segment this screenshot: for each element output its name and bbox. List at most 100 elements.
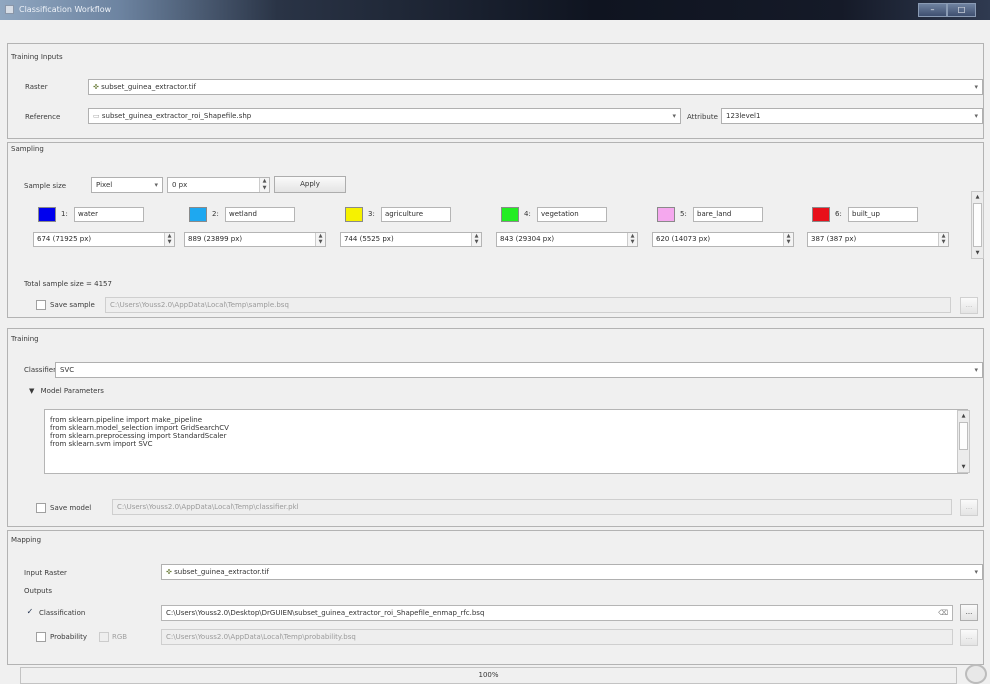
scroll-down-icon[interactable]: ▼	[958, 462, 969, 472]
sample-unit-value: Pixel	[96, 181, 113, 189]
spin-arrows-icon[interactable]: ▲ ▼	[783, 233, 793, 246]
class-color-swatch[interactable]	[345, 207, 363, 222]
class-sample-count-spinbox[interactable]: 387 (387 px) ▲ ▼	[807, 232, 949, 247]
class-name-field[interactable]: bare_land	[693, 207, 763, 222]
sampling-section: Sampling Sample size Pixel ▾ 0 px ▲ ▼ App…	[7, 142, 984, 318]
class-name-field[interactable]: agriculture	[381, 207, 451, 222]
minimize-button[interactable]: –	[918, 3, 947, 17]
class-color-swatch[interactable]	[657, 207, 675, 222]
model-parameters-toggle[interactable]: ▼ Model Parameters	[29, 387, 104, 395]
probability-label: Probability	[50, 633, 88, 641]
save-sample-path: C:\Users\Youss2.0\AppData\Local\Temp\sam…	[105, 297, 951, 313]
chevron-down-icon: ▾	[974, 83, 978, 91]
save-model-checkbox[interactable]	[36, 503, 46, 513]
classification-label: Classification	[39, 609, 86, 617]
sample-unit-combo[interactable]: Pixel ▾	[91, 177, 163, 193]
section-title: Training Inputs	[11, 53, 63, 61]
attribute-label: Attribute	[687, 113, 718, 121]
save-sample-label: Save sample	[50, 301, 95, 309]
class-sample-count-spinbox[interactable]: 843 (29304 px) ▲ ▼	[496, 232, 638, 247]
class-sample-count-spinbox[interactable]: 889 (23899 px) ▲ ▼	[184, 232, 326, 247]
attribute-combo[interactable]: 123level1 ▾	[721, 108, 983, 124]
input-raster-combo[interactable]: ✜ subset_guinea_extractor.tif ▾	[161, 564, 983, 580]
spin-arrows-icon[interactable]: ▲ ▼	[259, 178, 269, 192]
class-sample-count-spinbox[interactable]: 674 (71925 px) ▲ ▼	[33, 232, 175, 247]
raster-combo[interactable]: ✜ subset_guinea_extractor.tif ▾	[88, 79, 983, 95]
rgb-checkbox[interactable]	[99, 632, 109, 642]
spin-arrows-icon[interactable]: ▲ ▼	[627, 233, 637, 246]
reference-combo[interactable]: ▭ subset_guinea_extractor_roi_Shapefile.…	[88, 108, 681, 124]
browse-probability-button[interactable]: ...	[960, 629, 978, 646]
class-color-swatch[interactable]	[189, 207, 207, 222]
chevron-down-icon: ▾	[672, 112, 676, 120]
spin-arrows-icon[interactable]: ▲ ▼	[164, 233, 174, 246]
save-model-path: C:\Users\Youss2.0\AppData\Local\Temp\cla…	[112, 499, 952, 515]
chevron-down-icon: ▾	[154, 181, 158, 189]
input-raster-value: subset_guinea_extractor.tif	[174, 568, 269, 576]
class-sample-count: 889 (23899 px)	[188, 235, 243, 243]
vector-layer-icon: ▭	[93, 112, 100, 120]
scroll-down-icon[interactable]: ▼	[972, 248, 983, 258]
chevron-down-icon: ▾	[974, 112, 978, 120]
save-model-label: Save model	[50, 504, 92, 512]
section-title: Sampling	[11, 145, 44, 153]
classifier-value: SVC	[60, 366, 75, 374]
caret-down-icon: ▼	[29, 387, 35, 395]
window-title: Classification Workflow	[19, 5, 112, 14]
class-name-field[interactable]: vegetation	[537, 207, 607, 222]
progress-text: 100%	[478, 671, 499, 679]
class-color-swatch[interactable]	[501, 207, 519, 222]
busy-spinner-icon	[965, 664, 987, 684]
class-index: 2:	[212, 210, 219, 218]
class-sample-count-spinbox[interactable]: 744 (5525 px) ▲ ▼	[340, 232, 482, 247]
class-index: 5:	[680, 210, 687, 218]
clear-icon[interactable]: ⌫	[938, 606, 948, 620]
scroll-thumb[interactable]	[973, 203, 982, 247]
probability-path: C:\Users\Youss2.0\AppData\Local\Temp\pro…	[161, 629, 953, 645]
scroll-thumb[interactable]	[959, 422, 968, 450]
probability-checkbox[interactable]	[36, 632, 46, 642]
code-editor-scrollbar[interactable]: ▲ ▼	[957, 410, 970, 473]
section-title: Mapping	[11, 536, 42, 544]
classification-path[interactable]: C:\Users\Youss2.0\Desktop\DrGUIEN\subset…	[161, 605, 953, 621]
class-color-swatch[interactable]	[812, 207, 830, 222]
sample-size-label: Sample size	[24, 182, 67, 190]
reference-value: subset_guinea_extractor_roi_Shapefile.sh…	[101, 112, 252, 120]
model-parameters-label: Model Parameters	[40, 387, 104, 395]
code-line: from sklearn.pipeline import make_pipeli…	[50, 416, 202, 424]
browse-sample-button[interactable]: ...	[960, 297, 978, 314]
chevron-down-icon: ▾	[974, 568, 978, 576]
save-sample-checkbox[interactable]	[36, 300, 46, 310]
spin-arrows-icon[interactable]: ▲ ▼	[938, 233, 948, 246]
class-name-field[interactable]: wetland	[225, 207, 295, 222]
class-color-swatch[interactable]	[38, 207, 56, 222]
class-name-field[interactable]: built_up	[848, 207, 918, 222]
class-list-scrollbar[interactable]: ▲ ▼	[971, 191, 984, 259]
maximize-button[interactable]: □	[947, 3, 976, 17]
scroll-up-icon[interactable]: ▲	[972, 192, 983, 202]
classification-path-value: C:\Users\Youss2.0\Desktop\DrGUIEN\subset…	[166, 609, 485, 617]
raster-value: subset_guinea_extractor.tif	[101, 83, 196, 91]
raster-label: Raster	[25, 83, 48, 91]
model-code-editor[interactable]: from sklearn.pipeline import make_pipeli…	[44, 409, 968, 474]
browse-classification-button[interactable]: ...	[960, 604, 978, 621]
class-index: 3:	[368, 210, 375, 218]
class-sample-count: 674 (71925 px)	[37, 235, 92, 243]
spin-arrows-icon[interactable]: ▲ ▼	[315, 233, 325, 246]
raster-layer-icon: ✜	[93, 83, 99, 91]
spin-arrows-icon[interactable]: ▲ ▼	[471, 233, 481, 246]
sample-size-value: 0 px	[172, 181, 188, 189]
training-section: Training Classifier SVC ▾ ▼ Model Parame…	[7, 328, 984, 527]
scroll-up-icon[interactable]: ▲	[958, 411, 969, 421]
total-sample-size: Total sample size = 4157	[24, 280, 112, 288]
sample-size-spinbox[interactable]: 0 px ▲ ▼	[167, 177, 270, 193]
classifier-combo[interactable]: SVC ▾	[55, 362, 983, 378]
class-sample-count-spinbox[interactable]: 620 (14073 px) ▲ ▼	[652, 232, 794, 247]
code-line: from sklearn.preprocessing import Standa…	[50, 432, 227, 440]
class-sample-count: 387 (387 px)	[811, 235, 857, 243]
classification-checkbox[interactable]: ✓	[25, 608, 35, 618]
apply-button[interactable]: Apply	[274, 176, 346, 193]
browse-model-button[interactable]: ...	[960, 499, 978, 516]
class-index: 6:	[835, 210, 842, 218]
class-name-field[interactable]: water	[74, 207, 144, 222]
